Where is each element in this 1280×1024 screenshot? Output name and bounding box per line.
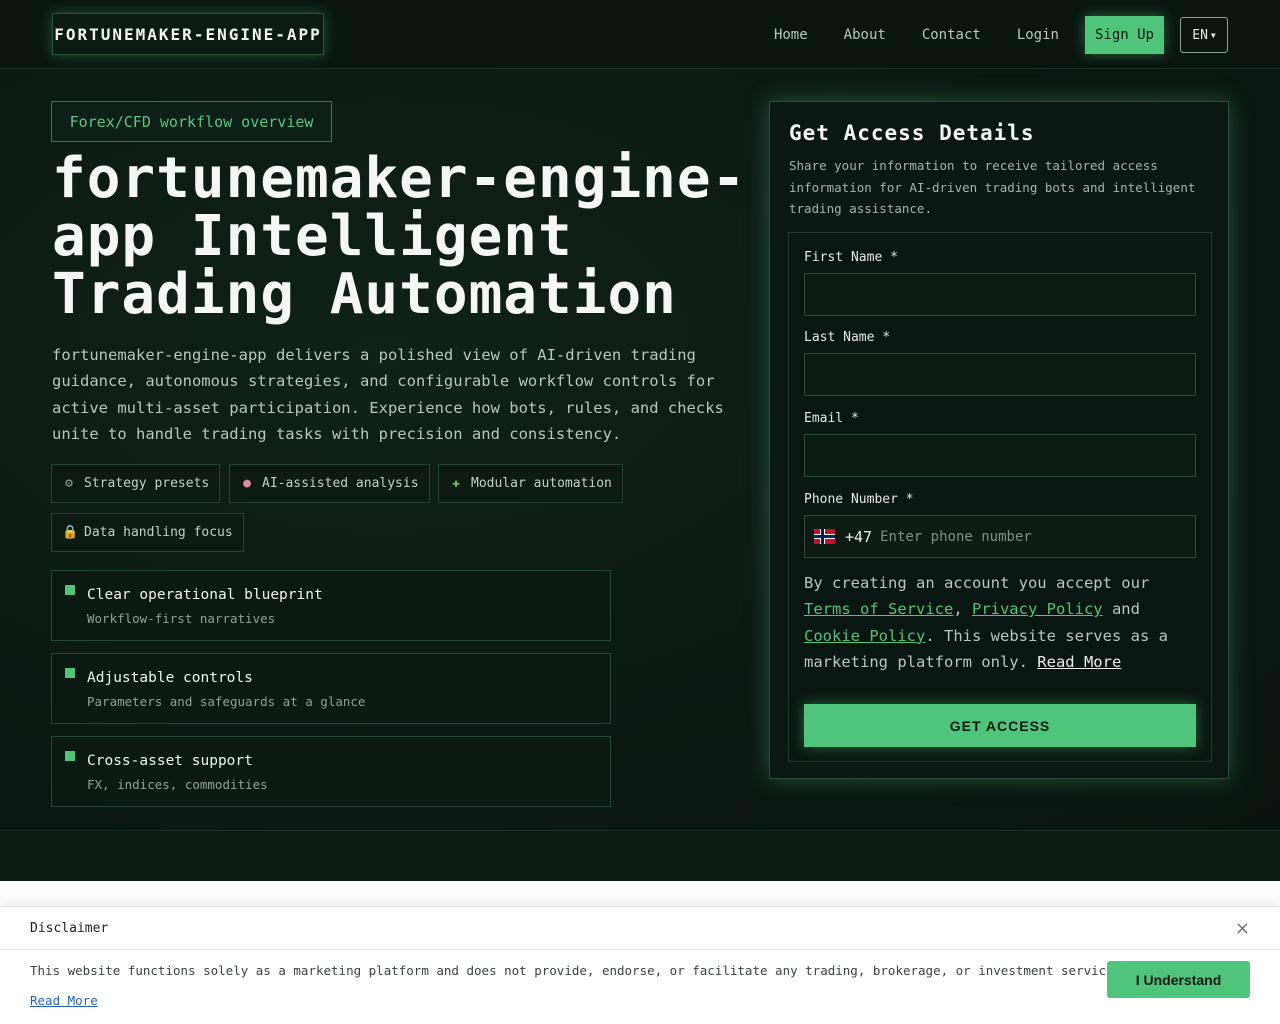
language-code: EN [1192,27,1208,43]
phone-field-wrapper: +47 [804,515,1196,558]
signup-button[interactable]: Sign Up [1084,16,1164,54]
section-band [0,831,1280,881]
feature-card: Cross-asset support FX, indices, commodi… [51,736,611,807]
bullet-square-icon [65,751,75,761]
chip-modular-automation: ✚ Modular automation [438,464,623,503]
feature-card: Clear operational blueprint Workflow-fir… [51,570,611,641]
signup-form: First Name * Last Name * Email * Phone N… [788,232,1212,762]
access-form-card: Get Access Details Share your informatio… [769,101,1229,779]
chip-data-handling: 🔒 Data handling focus [51,513,244,552]
nav-login-link[interactable]: Login [1017,27,1059,43]
lock-icon: 🔒 [62,525,79,540]
disclaimer-header: Disclaimer × [0,907,1280,950]
disclaimer-read-more-link[interactable]: Read More [30,993,98,1008]
disclaimer-title: Disclaimer [30,921,109,936]
norway-flag-icon[interactable] [814,529,835,544]
form-title: Get Access Details [789,121,1035,145]
hero-title: fortunemaker-engine-app Intelligent Trad… [52,146,747,327]
feature-title: Adjustable controls [87,670,253,686]
hero-tag: Forex/CFD workflow overview [51,101,332,142]
brain-icon: ● [243,476,251,491]
feature-subtitle: Parameters and safeguards at a glance [87,694,366,709]
terms-of-service-link[interactable]: Terms of Service [804,600,953,618]
email-label: Email * [804,411,859,426]
site-logo[interactable]: FORTUNEMAKER-ENGINE-APP [52,13,324,55]
dial-code[interactable]: +47 [845,528,872,546]
feature-title: Clear operational blueprint [87,587,323,603]
phone-field[interactable] [880,528,1171,545]
last-name-label: Last Name * [804,330,891,345]
terms-text: By creating an account you accept our Te… [804,574,1168,671]
last-name-field[interactable] [804,353,1196,396]
nav-about-link[interactable]: About [844,27,886,43]
bullet-square-icon [65,585,75,595]
disclaimer-text: This website functions solely as a marke… [30,963,1129,978]
cookie-policy-link[interactable]: Cookie Policy [804,627,925,645]
nav-home-link[interactable]: Home [774,27,808,43]
feature-subtitle: FX, indices, commodities [87,777,268,792]
chip-label: AI-assisted analysis [262,476,419,491]
i-understand-button[interactable]: I Understand [1107,961,1250,998]
puzzle-icon: ✚ [452,476,460,491]
language-selector[interactable]: EN ▼ [1180,17,1228,53]
first-name-label: First Name * [804,250,898,265]
nav-contact-link[interactable]: Contact [922,27,981,43]
feature-subtitle: Workflow-first narratives [87,611,276,626]
read-more-link[interactable]: Read More [1037,653,1121,671]
get-access-button[interactable]: GET ACCESS [804,704,1196,747]
gear-icon: ⚙ [65,476,73,491]
first-name-field[interactable] [804,273,1196,316]
main-nav: Home About Contact Login Sign Up EN ▼ [774,16,1228,54]
chip-strategy-presets: ⚙ Strategy presets [51,464,221,503]
chevron-down-icon: ▼ [1210,30,1216,40]
chip-label: Modular automation [471,476,612,491]
chip-label: Data handling focus [84,525,233,540]
close-icon[interactable]: × [1235,918,1250,939]
phone-label: Phone Number * [804,492,914,507]
privacy-policy-link[interactable]: Privacy Policy [972,600,1103,618]
top-navbar: FORTUNEMAKER-ENGINE-APP Home About Conta… [0,0,1280,69]
feature-title: Cross-asset support [87,753,253,769]
bullet-square-icon [65,668,75,678]
hero-description: fortunemaker-engine-app delivers a polis… [52,346,724,443]
chip-ai-analysis: ● AI-assisted analysis [229,464,430,503]
chip-label: Strategy presets [84,476,210,491]
disclaimer-banner: Disclaimer × This website functions sole… [0,906,1280,1024]
form-subtitle: Share your information to receive tailor… [789,158,1196,216]
feature-card: Adjustable controls Parameters and safeg… [51,653,611,724]
email-field[interactable] [804,434,1196,477]
